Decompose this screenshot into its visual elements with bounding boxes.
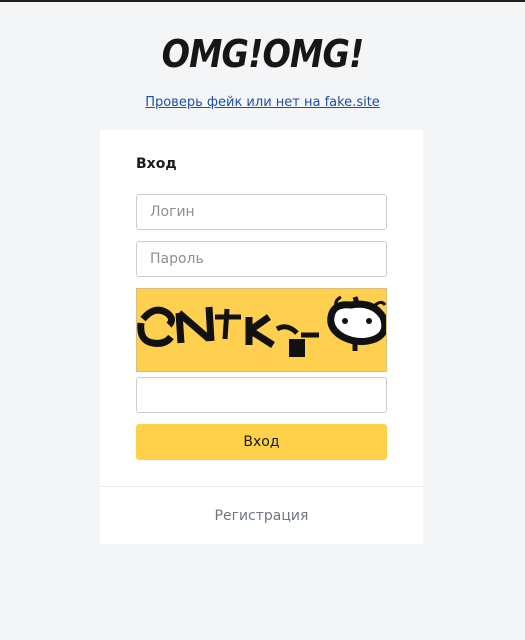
fake-check-link[interactable]: Проверь фейк или нет на fake.site <box>145 95 380 110</box>
login-input[interactable] <box>136 194 387 230</box>
fake-check-link-container: Проверь фейк или нет на fake.site <box>0 94 525 112</box>
register-link[interactable]: Регистрация <box>100 508 423 524</box>
login-card: Вход Вход Регистрация <box>100 130 423 544</box>
captcha-input[interactable] <box>136 377 387 413</box>
site-logo: OMG!OMG! <box>161 32 365 76</box>
form-title: Вход <box>136 156 177 172</box>
login-button[interactable]: Вход <box>136 424 387 460</box>
top-border <box>0 0 525 2</box>
password-input[interactable] <box>136 241 387 277</box>
card-divider <box>100 486 423 487</box>
captcha-graphic <box>137 289 386 371</box>
captcha-image <box>136 288 387 372</box>
